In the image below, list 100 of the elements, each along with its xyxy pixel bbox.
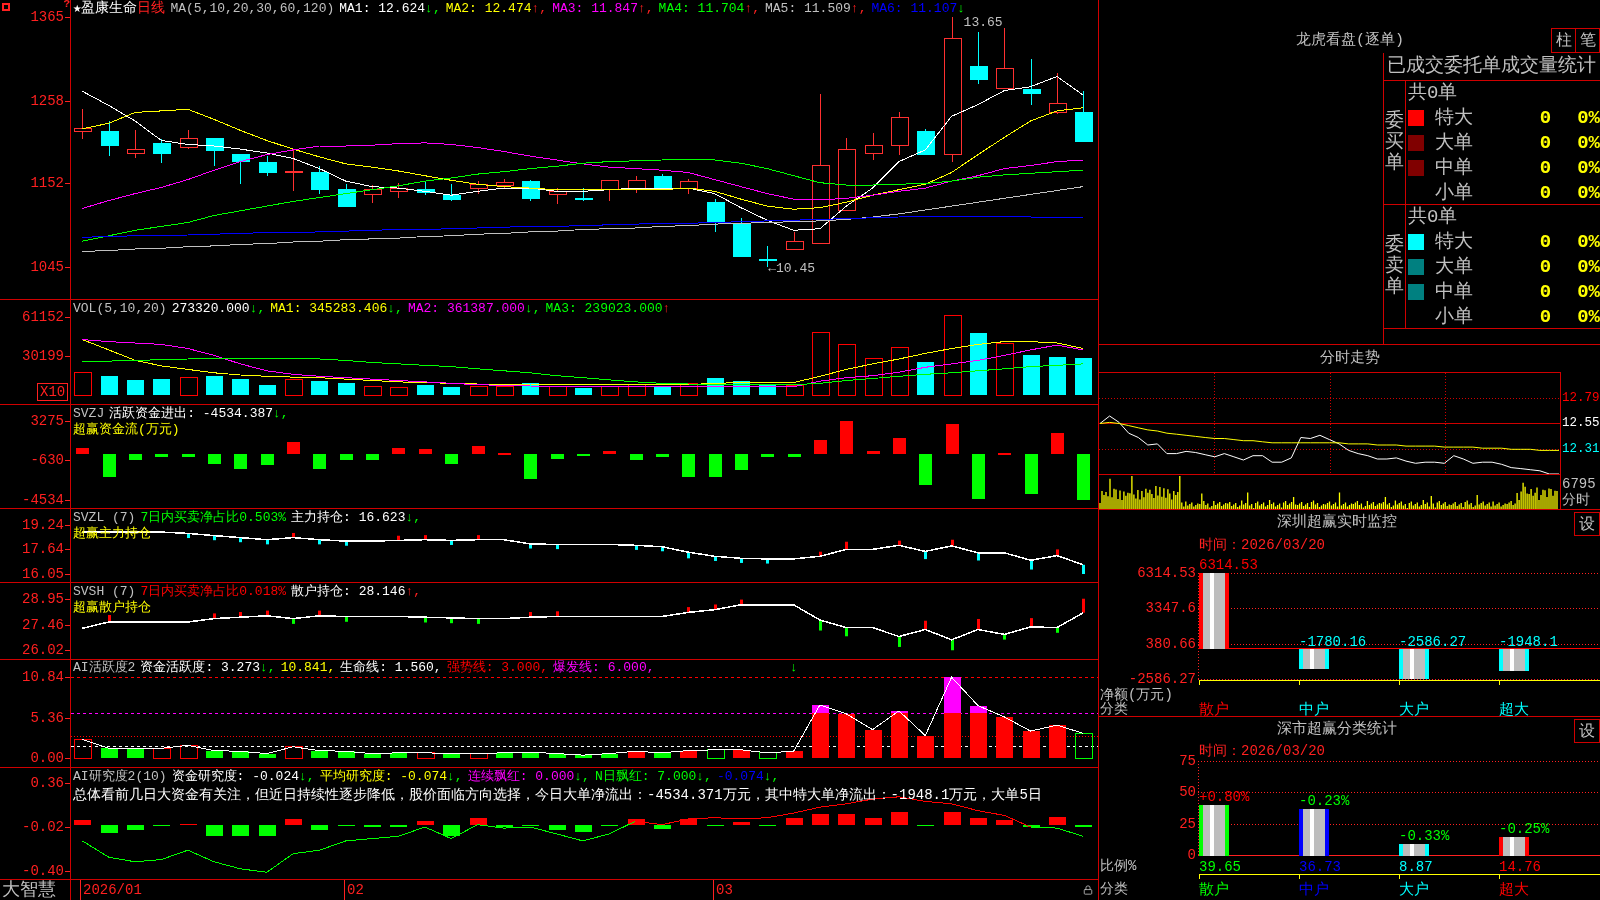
axis-tick-label: 61152 [22, 309, 64, 325]
signal-arrow: ↓ [790, 661, 798, 675]
settings-button[interactable]: 设 [1574, 512, 1600, 536]
stock-name: ★盈康生命 [73, 0, 138, 16]
change-marker [424, 617, 427, 623]
axis-tick-label: 1152 [30, 175, 64, 191]
axis-tick-label: 19.24 [22, 517, 64, 533]
research-bar [443, 824, 460, 837]
change-marker [819, 551, 822, 557]
candlestick [469, 180, 488, 195]
candlestick [126, 129, 145, 159]
change-marker [1056, 549, 1059, 556]
order-share: 0% [1577, 156, 1600, 179]
research-bar [891, 811, 908, 825]
candlestick [574, 187, 593, 202]
research-bar [232, 824, 249, 837]
change-marker [740, 599, 743, 605]
activity-bar [628, 751, 645, 759]
legend-text: MA1: 12.624 [339, 1, 426, 16]
legend-text: 10.841, [280, 660, 336, 675]
activity-bar [338, 751, 355, 759]
volume-bar [127, 379, 144, 396]
research-bar [390, 824, 407, 827]
trend-arrow: ↓, [425, 1, 441, 16]
change-marker [292, 618, 295, 624]
order-count: 0 [1539, 255, 1552, 278]
value-label: 36.73 [1299, 859, 1341, 874]
fund-flow-bar [76, 448, 89, 455]
order-size-label: 特大 [1435, 230, 1473, 253]
activity-bar [284, 746, 303, 759]
activity-bar [311, 750, 328, 759]
research-bar [285, 818, 302, 825]
fund-flow-bar [788, 454, 801, 458]
trend-arrow: ↓, [524, 301, 541, 316]
category-bar [1399, 843, 1429, 856]
candlestick [1048, 72, 1067, 115]
candlestick [548, 187, 567, 205]
axis-tick-label: -4534 [22, 492, 64, 508]
axis-tick-label: 30199 [22, 348, 64, 364]
legend-text: -0.074 [716, 769, 764, 784]
legend-text: MA1: 345283.406 [270, 301, 388, 316]
activity-bar [127, 748, 144, 759]
axis-tick-label: 0.00 [30, 750, 64, 766]
fund-flow-bar [103, 454, 116, 478]
change-marker [556, 544, 559, 550]
volume-bar [600, 386, 619, 396]
change-marker [266, 610, 269, 616]
order-share: 0% [1577, 230, 1600, 253]
axis-tick-label: 0.36 [30, 775, 64, 791]
data-label: -1948.1 [1499, 633, 1558, 650]
legend-text: 主力持仓: 16.623 [291, 510, 406, 525]
activity-bar [522, 752, 539, 759]
activity-bar [865, 729, 882, 759]
category-label: 大户 [1399, 702, 1429, 718]
candlestick [995, 27, 1014, 90]
x-axis-title: 分类 [1099, 702, 1128, 718]
legend-text: 生命线: 1.560, [340, 660, 442, 675]
activity-bar [996, 716, 1013, 759]
change-marker [819, 620, 822, 631]
change-marker [345, 541, 348, 546]
change-marker [424, 535, 427, 540]
view-toggle-button[interactable]: 柱 [1551, 28, 1576, 53]
change-marker [239, 537, 242, 543]
legend-text: 散户持仓: 28.146 [291, 584, 406, 599]
price-extreme-label: ←10.45 [768, 261, 816, 276]
mode-label: 分时 [1562, 492, 1591, 508]
category-label: 中户 [1299, 882, 1329, 899]
activity-bar [917, 735, 934, 759]
axis-tick-label: 3275 [30, 413, 64, 429]
legend-text: SVZL (7) [73, 510, 136, 525]
corner-square-icon[interactable] [2, 3, 10, 11]
panel-title: 龙虎看盘(逐单) [1296, 31, 1404, 50]
research-bar [364, 824, 381, 827]
change-marker [108, 614, 111, 622]
price-tick-label: 12.79 [1562, 390, 1600, 406]
volume-bar [389, 386, 408, 396]
activity-bar [73, 738, 92, 759]
order-size-label: 特大 [1435, 106, 1473, 129]
legend-text: AI研究度2(10) [73, 769, 167, 784]
order-total: 共0单 [1408, 82, 1458, 104]
value-label: 39.65 [1199, 859, 1241, 874]
research-bar [1023, 824, 1040, 827]
order-share: 0% [1577, 131, 1600, 154]
trend-arrow: ↓, [273, 406, 289, 421]
activity-bar [496, 752, 513, 759]
change-marker [450, 540, 453, 545]
trend-arrow: ↑, [405, 584, 422, 599]
candlestick [785, 231, 804, 251]
legend-text: MA2: 12.474 [445, 1, 532, 16]
candlestick [916, 128, 935, 156]
candlestick [1074, 90, 1093, 142]
table-title: 已成交委托单成交量统计 [1384, 53, 1600, 81]
settings-button[interactable]: 设 [1574, 719, 1600, 743]
lock-icon[interactable] [1083, 885, 1093, 895]
multiplier-button[interactable]: X10 [37, 383, 69, 401]
candlestick [258, 155, 277, 177]
research-bar [206, 824, 223, 837]
axis-tick-label: 1365 [30, 9, 64, 25]
view-toggle-button[interactable]: 笔 [1575, 28, 1600, 53]
candlestick [310, 165, 329, 195]
